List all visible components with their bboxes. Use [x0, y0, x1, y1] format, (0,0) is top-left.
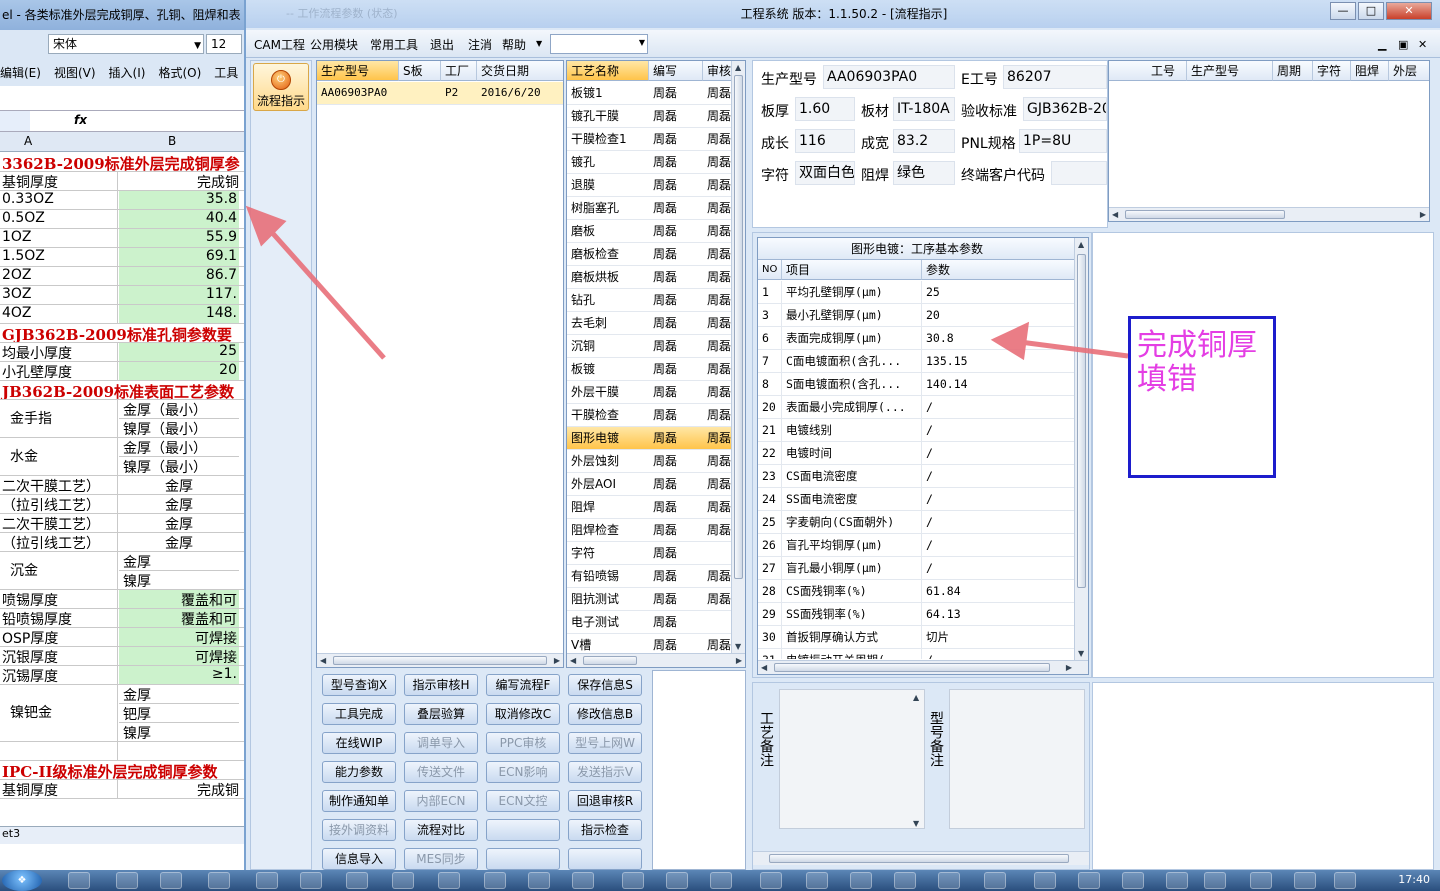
taskbar-app-icon[interactable] — [850, 872, 872, 889]
taskbar-app-icon[interactable] — [1250, 872, 1272, 889]
taskbar-app-icon[interactable] — [938, 872, 960, 889]
taskbar-app-icon[interactable] — [208, 872, 230, 889]
taskbar-app-icon[interactable] — [984, 872, 1006, 889]
arrowhead-param — [990, 321, 1030, 361]
taskbar-app-icon[interactable] — [760, 872, 782, 889]
arrow-to-excel — [266, 226, 386, 360]
taskbar-app-icon[interactable] — [438, 872, 460, 889]
taskbar-app-icon[interactable] — [1034, 872, 1056, 889]
taskbar-app-icon[interactable] — [68, 872, 90, 889]
taskbar-app-icon[interactable] — [346, 872, 368, 889]
taskbar-app-icon[interactable] — [1294, 872, 1316, 889]
taskbar-app-icon[interactable] — [1334, 872, 1356, 889]
taskbar-app-icon[interactable] — [894, 872, 916, 889]
taskbar: ❖ 17:40 — [0, 870, 1440, 891]
taskbar-app-icon[interactable] — [1166, 872, 1188, 889]
taskbar-app-icon[interactable] — [116, 872, 138, 889]
taskbar-app-icon[interactable] — [1204, 872, 1226, 889]
taskbar-app-icon[interactable] — [710, 872, 732, 889]
start-button[interactable]: ❖ — [2, 870, 42, 891]
clock: 17:40 — [1398, 873, 1430, 886]
taskbar-app-icon[interactable] — [160, 872, 182, 889]
annotation-note: 完成铜厚填错 — [1128, 316, 1276, 478]
taskbar-app-icon[interactable] — [622, 872, 644, 889]
taskbar-app-icon[interactable] — [666, 872, 688, 889]
taskbar-app-icon[interactable] — [806, 872, 828, 889]
taskbar-app-icon[interactable] — [528, 872, 550, 889]
taskbar-app-icon[interactable] — [484, 872, 506, 889]
arrow-to-param — [1019, 339, 1129, 359]
taskbar-app-icon[interactable] — [572, 872, 594, 889]
taskbar-app-icon[interactable] — [392, 872, 414, 889]
windows-logo-icon: ❖ — [17, 875, 27, 886]
taskbar-app-icon[interactable] — [1122, 872, 1144, 889]
taskbar-app-icon[interactable] — [300, 872, 322, 889]
taskbar-app-icon[interactable] — [1078, 872, 1100, 889]
taskbar-app-icon[interactable] — [256, 872, 278, 889]
